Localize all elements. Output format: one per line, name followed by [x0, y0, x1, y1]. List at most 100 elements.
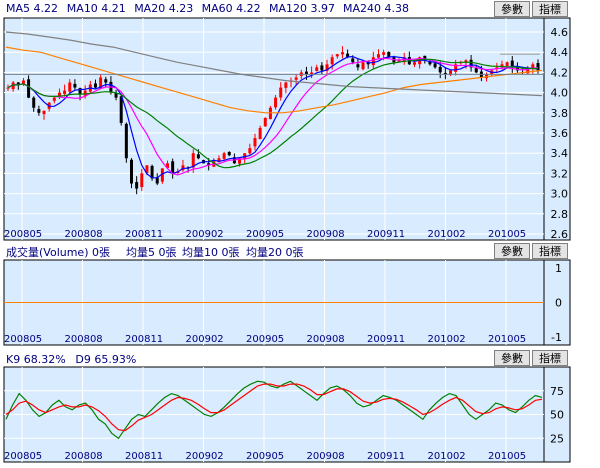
- volume-y-tick-label: 0: [555, 297, 562, 310]
- candle-up: [279, 87, 283, 98]
- price-legend-item: MA5 4.22: [6, 2, 58, 15]
- kd-y-tick-label: 75: [550, 385, 564, 398]
- candle-down: [129, 159, 133, 184]
- kd-indicator-button[interactable]: 指標: [532, 350, 568, 366]
- kd-x-tick-label: 200908: [307, 451, 345, 462]
- volume-x-tick-label: 200911: [367, 334, 405, 345]
- candle-up: [340, 52, 344, 55]
- volume-indicator-button[interactable]: 指標: [532, 243, 568, 259]
- candle-up: [294, 77, 298, 80]
- price-y-tick-label: 3.0: [551, 188, 569, 201]
- candle-up: [83, 90, 87, 96]
- candle-down: [356, 64, 360, 68]
- candle-up: [140, 173, 144, 188]
- volume-legend-item: 均量5 0張: [126, 246, 177, 259]
- price-params-button[interactable]: 參數: [494, 1, 530, 17]
- kd-y-tick-label: 50: [550, 409, 564, 422]
- candle-down: [73, 83, 77, 88]
- price-legend-item: MA240 4.38: [343, 2, 409, 15]
- candle-up: [505, 62, 509, 66]
- volume-x-tick-label: 200902: [186, 334, 224, 345]
- candle-down: [37, 109, 41, 113]
- chart-canvas: 4.6 4.4 4.2 4.0 3.8 3.6 3.4 3.2 3.0 2.8 2.6 200805 2…: [3, 2, 571, 463]
- candle-up: [371, 57, 375, 66]
- price-x-tick-label: 200811: [125, 229, 163, 240]
- volume-params-button[interactable]: 參數: [494, 243, 530, 259]
- kd-x-tick-label: 200905: [246, 451, 284, 462]
- kd-legend-item: D9 65.93%: [75, 353, 136, 366]
- price-legend-item: MA20 4.23: [134, 2, 193, 15]
- kd-x-tick-label: 201002: [428, 451, 466, 462]
- kd-params-button[interactable]: 參數: [494, 350, 530, 366]
- candle-up: [42, 110, 46, 115]
- candle-up: [258, 127, 262, 139]
- candle-up: [263, 117, 267, 127]
- kd-x-tick-label: 200811: [125, 451, 163, 462]
- candle-up: [52, 97, 56, 101]
- candle-down: [171, 161, 175, 174]
- candle-down: [351, 58, 355, 63]
- candle-up: [413, 62, 417, 65]
- price-x-tick-label: 201005: [488, 229, 526, 240]
- candle-down: [104, 79, 108, 83]
- price-plot-area: [3, 17, 545, 241]
- candle-up: [274, 97, 278, 108]
- volume-y-tick-label: 1: [555, 262, 562, 275]
- candle-down: [32, 97, 36, 108]
- kd-x-tick-label: 201005: [488, 451, 526, 462]
- price-legend-item: MA10 4.21: [67, 2, 126, 15]
- candle-up: [531, 64, 535, 68]
- price-x-tick-label: 200902: [186, 229, 224, 240]
- price-y-tick-label: 3.2: [551, 167, 569, 180]
- price-y-tick-label: 4.0: [551, 87, 569, 100]
- kd-x-tick-label: 200902: [186, 451, 224, 462]
- candle-down: [124, 123, 128, 159]
- kd-x-tick-label: 200808: [65, 451, 103, 462]
- volume-x-tick-label: 200805: [4, 334, 42, 345]
- price-y-tick-label: 2.8: [551, 208, 569, 221]
- candle-up: [268, 107, 272, 120]
- candle-up: [361, 62, 365, 70]
- candle-up: [335, 54, 339, 57]
- volume-legend-item: 成交量(Volume) 0張: [6, 245, 110, 259]
- candle-up: [382, 52, 386, 55]
- price-y-tick-label: 3.4: [551, 147, 569, 160]
- candle-down: [433, 63, 437, 68]
- candle-up: [315, 67, 319, 72]
- candle-down: [227, 152, 231, 156]
- candle-down: [155, 177, 159, 184]
- price-x-tick-label: 200905: [246, 229, 284, 240]
- candle-up: [222, 153, 226, 159]
- price-x-tick-label: 200808: [65, 229, 103, 240]
- candle-up: [284, 82, 288, 88]
- kd-x-tick-label: 200911: [367, 451, 405, 462]
- price-y-tick-label: 4.4: [551, 46, 569, 59]
- candle-down: [27, 79, 31, 98]
- price-legend-item: MA120 3.97: [269, 2, 335, 15]
- kd-legend-item: K9 68.32%: [6, 353, 66, 366]
- price-x-tick-label: 200908: [307, 229, 345, 240]
- volume-x-tick-label: 200908: [307, 334, 345, 345]
- price-y-tick-label: 3.6: [551, 127, 569, 140]
- price-indicator-button[interactable]: 指標: [532, 1, 568, 17]
- price-y-tick-label: 3.8: [551, 107, 569, 120]
- candle-down: [320, 65, 324, 71]
- candle-down: [438, 66, 442, 73]
- price-y-tick-label: 4.6: [551, 26, 569, 39]
- price-x-tick-label: 201002: [428, 229, 466, 240]
- kd-x-tick-label: 200805: [4, 451, 42, 462]
- volume-legend-item: 均量10 0張: [182, 246, 240, 259]
- candle-down: [93, 83, 97, 88]
- candle-up: [376, 54, 380, 58]
- price-x-tick-label: 200911: [367, 229, 405, 240]
- candle-down: [135, 182, 139, 189]
- candle-up: [68, 82, 72, 92]
- volume-x-tick-label: 201005: [488, 334, 526, 345]
- price-y-tick-label: 2.6: [551, 228, 569, 241]
- price-x-tick-label: 200805: [4, 229, 42, 240]
- volume-legend-item: 均量20 0張: [246, 246, 304, 259]
- candle-up: [253, 138, 257, 147]
- price-y-tick-label: 4.2: [551, 66, 569, 79]
- candle-down: [196, 154, 200, 159]
- price-legend-item: MA60 4.22: [202, 2, 261, 15]
